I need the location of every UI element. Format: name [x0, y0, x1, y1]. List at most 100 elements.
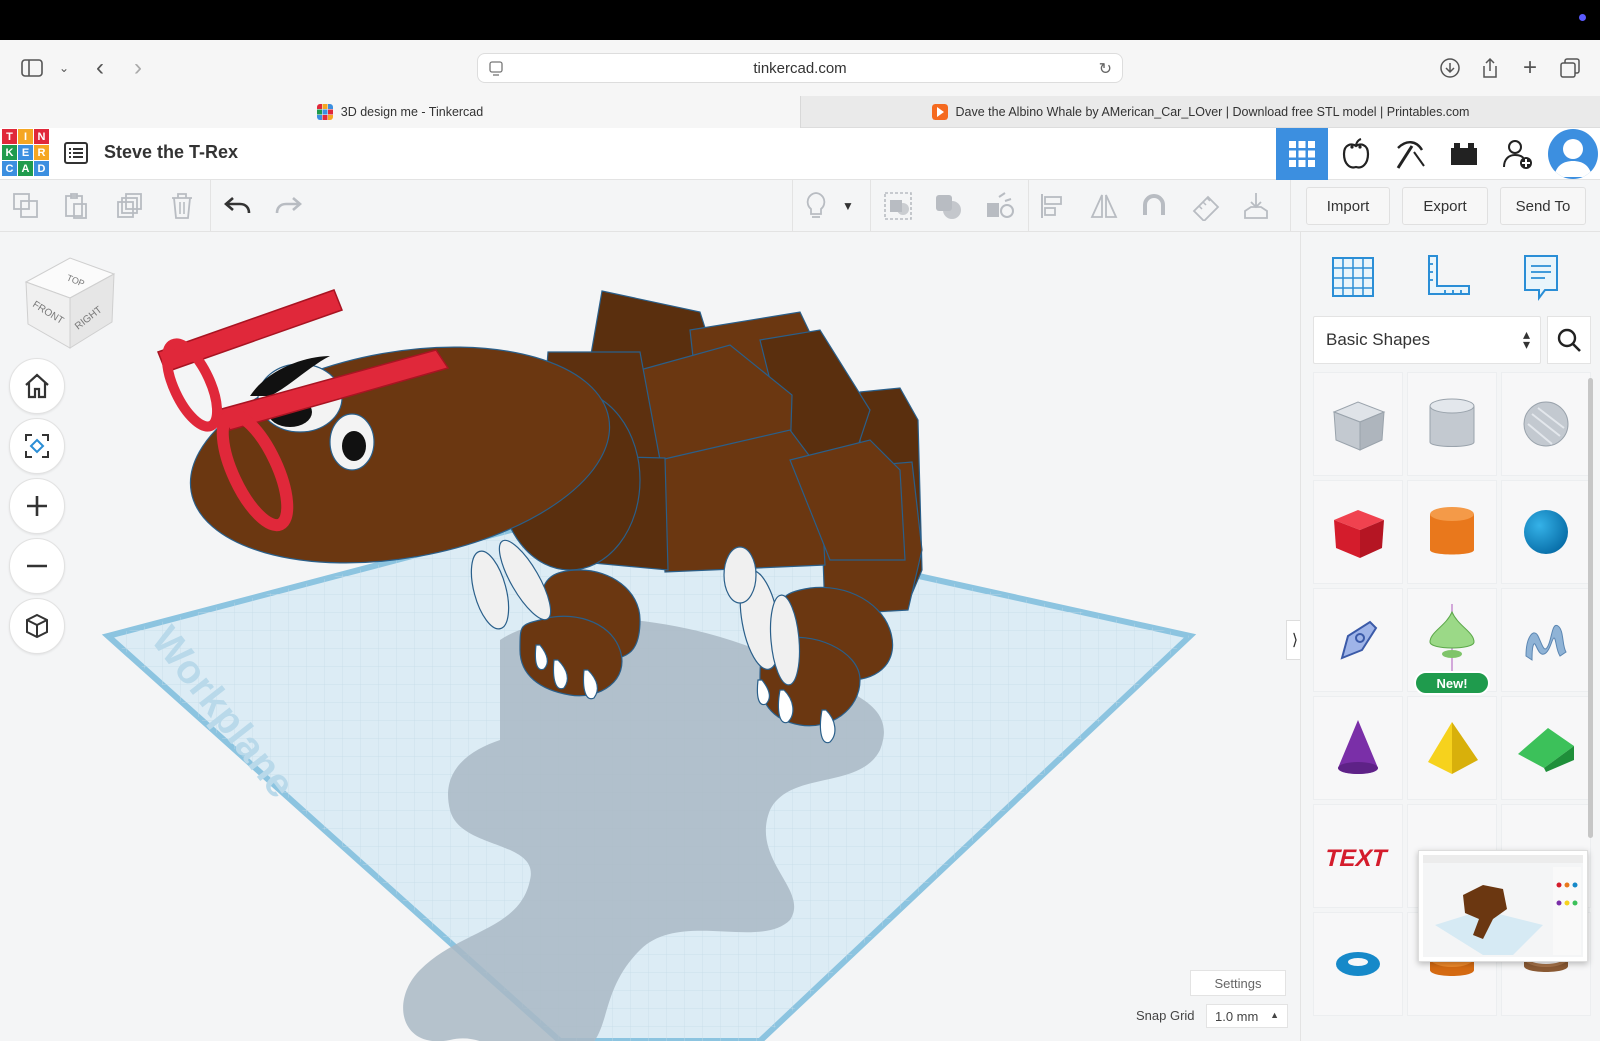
text-shape-label: TEXT — [1323, 845, 1390, 872]
zoom-out-button[interactable] — [9, 538, 65, 594]
settings-button[interactable]: Settings — [1190, 970, 1286, 996]
shape-roof[interactable] — [1501, 696, 1591, 800]
shape-sphere[interactable] — [1501, 480, 1591, 584]
logo-letter: R — [34, 145, 49, 160]
user-avatar[interactable] — [1548, 129, 1598, 179]
mirror-button[interactable] — [1086, 188, 1122, 224]
shape-new-featured[interactable]: New! — [1407, 588, 1497, 695]
group-button[interactable] — [880, 188, 916, 224]
snap-grid-select[interactable]: 1.0 mm ▲ — [1206, 1004, 1288, 1028]
download-icon[interactable] — [1436, 54, 1464, 82]
copy-button[interactable] — [8, 188, 44, 224]
printables-favicon-icon — [931, 104, 948, 120]
logo-letter: T — [2, 129, 17, 144]
tinkercad-logo[interactable]: T I N K E R C A D — [2, 129, 49, 176]
cruise-icon — [987, 192, 1014, 218]
spinning-top-icon — [1429, 604, 1475, 674]
reload-icon[interactable]: ↻ — [1099, 59, 1112, 79]
3d-design-view-button[interactable] — [1276, 128, 1328, 180]
screenshot-thumbnail[interactable] — [1418, 850, 1588, 962]
logo-letter: K — [2, 145, 17, 160]
drop-button[interactable] — [1238, 188, 1274, 224]
align-icon — [1041, 194, 1062, 218]
forward-icon[interactable]: › — [124, 54, 152, 82]
logo-letter: N — [34, 129, 49, 144]
ungroup-button[interactable] — [930, 188, 966, 224]
sim-lab-button[interactable] — [1330, 128, 1382, 180]
shape-wave[interactable] — [1501, 588, 1591, 692]
cruise-button[interactable] — [982, 188, 1018, 224]
duplicate-icon — [117, 193, 142, 218]
ruler-tool-icon[interactable] — [1419, 248, 1475, 304]
send-to-button[interactable]: Send To — [1500, 187, 1586, 225]
shape-cylinder-hole[interactable] — [1407, 372, 1497, 476]
drop-icon — [1244, 193, 1268, 219]
grid-icon — [1289, 141, 1315, 167]
view-cube[interactable]: TOP FRONT RIGHT — [20, 252, 120, 352]
apple-icon — [1342, 138, 1370, 169]
shape-pyramid[interactable] — [1407, 696, 1497, 800]
new-tab-icon[interactable]: + — [1516, 54, 1544, 82]
tab-overview-icon[interactable] — [1556, 54, 1584, 82]
shape-scribble[interactable] — [1313, 588, 1403, 692]
shape-search-button[interactable] — [1547, 316, 1591, 364]
add-user-icon — [1503, 140, 1532, 169]
wave-icon — [1525, 624, 1567, 661]
share-icon[interactable] — [1476, 54, 1504, 82]
tab-label: 3D design me - Tinkercad — [340, 105, 484, 119]
tab-tinkercad[interactable]: 3D design me - Tinkercad — [0, 96, 800, 128]
zoom-in-button[interactable] — [9, 478, 65, 534]
export-button[interactable]: Export — [1402, 187, 1488, 225]
shape-category-select[interactable]: Basic Shapes ▴ ▾ — [1313, 316, 1541, 364]
sidebar-toggle-icon[interactable] — [18, 54, 46, 82]
delete-button[interactable] — [164, 188, 200, 224]
design-title[interactable]: Steve the T-Rex — [104, 142, 238, 163]
shape-box-hole[interactable] — [1313, 372, 1403, 476]
notes-dropdown-icon[interactable]: ▼ — [838, 188, 858, 224]
workplane-align-button[interactable] — [1188, 188, 1224, 224]
blue-sphere-icon — [1524, 510, 1568, 554]
workplane-tool-icon[interactable] — [1325, 248, 1381, 304]
chevron-down-icon[interactable]: ⌄ — [50, 54, 78, 82]
shape-sphere-hole[interactable] — [1501, 372, 1591, 476]
redo-button[interactable] — [270, 188, 306, 224]
blocks-button[interactable] — [1384, 128, 1436, 180]
purple-cone-icon — [1338, 720, 1378, 774]
app-header: T I N K E R C A D Steve the T-Rex — [0, 128, 1600, 180]
bricks-button[interactable] — [1438, 128, 1490, 180]
align-button[interactable] — [1034, 188, 1070, 224]
duplicate-button[interactable] — [112, 188, 148, 224]
design-list-icon[interactable] — [64, 141, 88, 165]
shape-cylinder[interactable] — [1407, 480, 1497, 584]
undo-button[interactable] — [220, 188, 256, 224]
perspective-toggle-button[interactable] — [9, 598, 65, 654]
select-arrows-icon: ▴ ▾ — [1522, 326, 1530, 352]
shape-cone[interactable] — [1313, 696, 1403, 800]
3d-viewport[interactable]: Workplane TOP FRONT RIGHT — [0, 232, 1300, 1041]
fit-view-button[interactable] — [9, 418, 65, 474]
paste-button[interactable] — [58, 188, 94, 224]
shape-text[interactable]: TEXT — [1313, 804, 1403, 908]
blue-torus-icon — [1336, 952, 1380, 976]
notes-light-button[interactable] — [798, 188, 834, 224]
shapes-scrollbar[interactable] — [1588, 378, 1593, 838]
sphere-hole-icon — [1523, 401, 1569, 447]
add-user-button[interactable] — [1492, 128, 1544, 180]
home-view-button[interactable] — [9, 358, 65, 414]
workplane-scene[interactable]: Workplane — [0, 232, 1300, 1041]
back-icon[interactable]: ‹ — [86, 54, 114, 82]
shape-torus[interactable] — [1313, 912, 1403, 1016]
page-menu-icon[interactable] — [488, 60, 504, 76]
brick-icon — [1451, 143, 1477, 165]
tab-printables[interactable]: Dave the Albino Whale by AMerican_Car_LO… — [800, 96, 1600, 128]
home-icon — [25, 373, 49, 399]
magnet-button[interactable] — [1136, 188, 1172, 224]
yellow-pyramid-icon — [1428, 722, 1478, 774]
shape-box[interactable] — [1313, 480, 1403, 584]
search-icon — [1557, 328, 1581, 352]
edit-toolbar: ▼ Import Export Send To — [0, 180, 1600, 232]
import-button[interactable]: Import — [1306, 187, 1390, 225]
notes-tool-icon[interactable] — [1513, 248, 1569, 304]
url-field[interactable]: tinkercad.com ↻ — [477, 53, 1123, 83]
red-box-icon — [1334, 510, 1384, 558]
